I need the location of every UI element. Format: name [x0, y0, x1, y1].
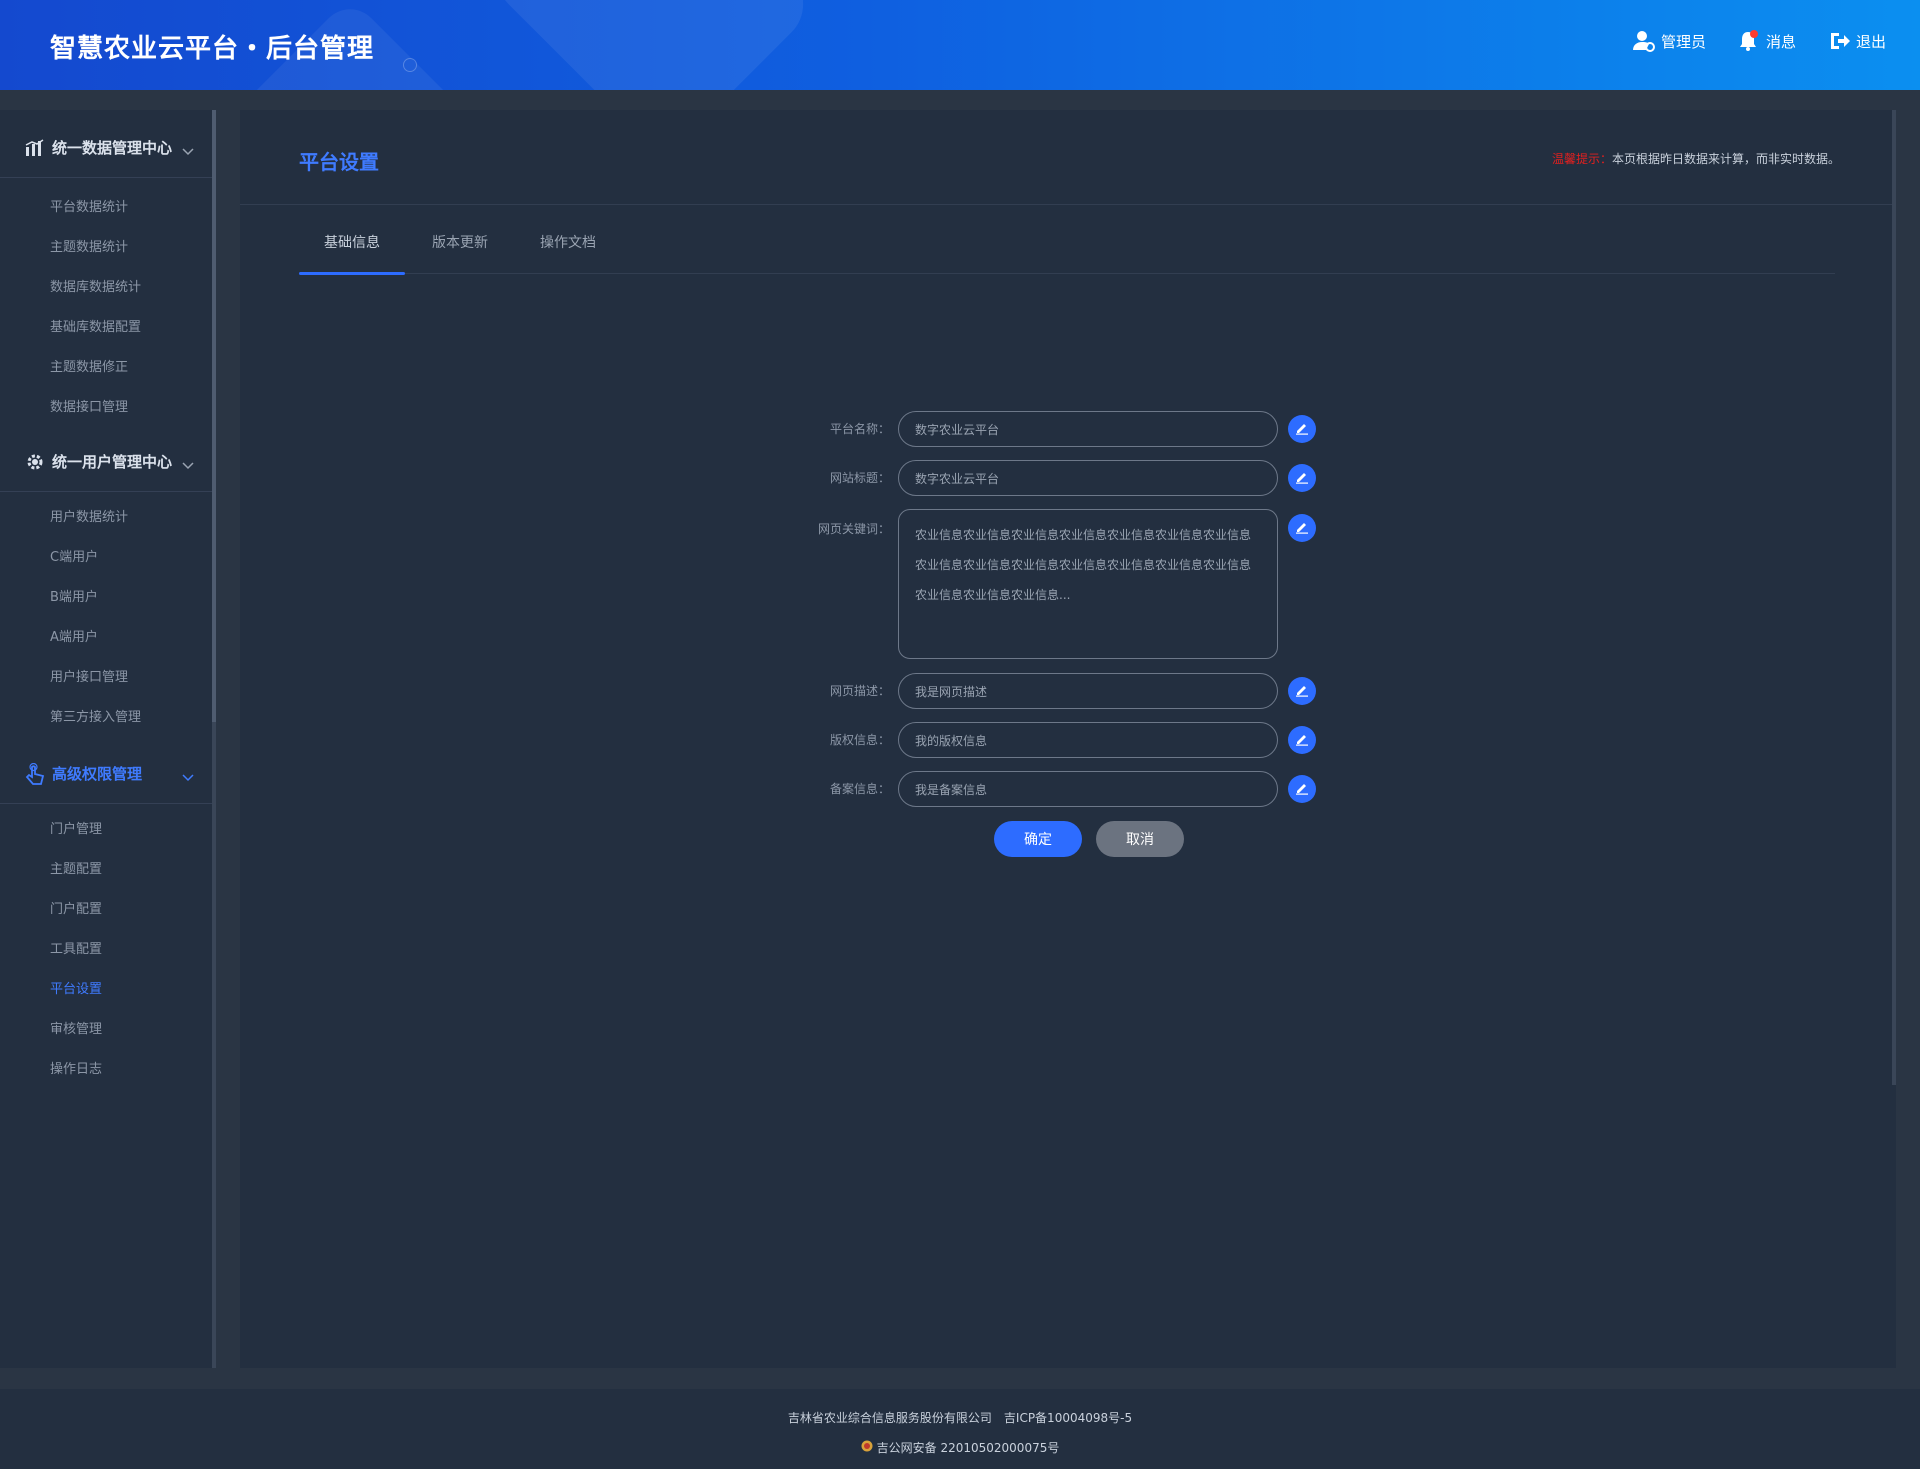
pencil-icon — [1295, 682, 1309, 701]
description-label: 网页描述： — [829, 684, 890, 698]
header-actions: 管理员 消息 退出 — [1632, 30, 1886, 52]
copyright-label: 版权信息： — [829, 733, 890, 747]
sidebar-item-portal-manage[interactable]: 门户管理 — [50, 818, 102, 837]
platform-name-label: 平台名称： — [829, 422, 890, 436]
tab-basic-info[interactable]: 基础信息 — [324, 232, 380, 252]
sidebar-item-data-api[interactable]: 数据接口管理 — [50, 396, 128, 415]
sidebar: 统一数据管理中心 平台数据统计 主题数据统计 数据库数据统计 基础库数据配置 主… — [0, 110, 216, 1368]
record-input[interactable]: 我是备案信息 — [898, 771, 1278, 807]
main-panel: 平台设置 温馨提示：本页根据昨日数据来计算，而非实时数据。 基础信息 版本更新 … — [240, 110, 1896, 1368]
header-decoration — [480, 0, 820, 90]
sidebar-item-platform-stats[interactable]: 平台数据统计 — [50, 196, 128, 215]
messages-button[interactable]: 消息 — [1738, 30, 1796, 52]
record-label: 备案信息： — [829, 782, 890, 796]
messages-label: 消息 — [1765, 32, 1796, 51]
keywords-textarea[interactable]: 农业信息农业信息农业信息农业信息农业信息农业信息农业信息农业信息农业信息农业信息… — [898, 509, 1278, 659]
pencil-icon — [1295, 780, 1309, 799]
active-tab-indicator — [299, 272, 405, 275]
admin-button[interactable]: 管理员 — [1632, 30, 1706, 52]
footer-company: 吉林省农业综合信息服务股份有限公司 — [787, 1411, 992, 1425]
keywords-label: 网页关键词： — [817, 522, 890, 536]
app-title: 智慧农业云平台・后台管理 — [50, 34, 375, 64]
pencil-icon — [1295, 519, 1309, 538]
page-title: 平台设置 — [299, 150, 379, 174]
sidebar-item-db-stats[interactable]: 数据库数据统计 — [50, 276, 141, 295]
sidebar-section-data-center[interactable]: 统一数据管理中心 — [0, 118, 212, 178]
sidebar-item-a-users[interactable]: A端用户 — [50, 626, 98, 645]
platform-name-input[interactable]: 数字农业云平台 — [898, 411, 1278, 447]
notice-tip-text: 本页根据昨日数据来计算，而非实时数据。 — [1611, 152, 1840, 166]
footer-police-record[interactable]: 吉公网安备 22010502000075号 — [877, 1439, 1060, 1456]
gear-icon — [24, 451, 46, 473]
sidebar-scrollbar[interactable] — [212, 110, 216, 1368]
sidebar-item-topic-stats[interactable]: 主题数据统计 — [50, 236, 128, 255]
chevron-down-icon — [182, 141, 194, 160]
admin-label: 管理员 — [1660, 32, 1706, 51]
chevron-down-icon — [182, 455, 194, 474]
sidebar-scroll-thumb[interactable] — [212, 110, 216, 722]
notice-tip-key: 温馨提示： — [1551, 152, 1612, 166]
pencil-icon — [1295, 469, 1309, 488]
sidebar-item-c-users[interactable]: C端用户 — [50, 546, 98, 565]
notice-tip: 温馨提示：本页根据昨日数据来计算，而非实时数据。 — [1552, 150, 1840, 167]
tab-documentation[interactable]: 操作文档 — [540, 232, 596, 252]
police-badge-icon — [861, 1440, 873, 1455]
sidebar-item-base-config[interactable]: 基础库数据配置 — [50, 316, 141, 335]
sidebar-item-third-party[interactable]: 第三方接入管理 — [50, 706, 141, 725]
edit-description-button[interactable] — [1288, 677, 1316, 705]
divider — [240, 204, 1892, 205]
bell-icon — [1738, 30, 1760, 52]
sidebar-item-topic-config[interactable]: 主题配置 — [50, 858, 102, 877]
site-title-input[interactable]: 数字农业云平台 — [898, 460, 1278, 496]
sidebar-item-user-api[interactable]: 用户接口管理 — [50, 666, 128, 685]
sidebar-section-label: 统一数据管理中心 — [52, 139, 173, 157]
edit-keywords-button[interactable] — [1288, 514, 1316, 542]
sidebar-section-user-center[interactable]: 统一用户管理中心 — [0, 432, 212, 492]
description-input[interactable]: 我是网页描述 — [898, 673, 1278, 709]
footer-icp[interactable]: 吉ICP备10004098号-5 — [1004, 1411, 1132, 1425]
copyright-input[interactable]: 我的版权信息 — [898, 722, 1278, 758]
chevron-down-icon — [182, 767, 194, 786]
sidebar-section-advanced-permissions[interactable]: 高级权限管理 — [0, 744, 212, 804]
tab-bar: 基础信息 版本更新 操作文档 — [299, 222, 1835, 275]
logout-label: 退出 — [1855, 32, 1886, 51]
user-gear-icon — [1632, 30, 1655, 52]
sidebar-item-platform-settings[interactable]: 平台设置 — [50, 978, 102, 997]
sidebar-item-portal-config[interactable]: 门户配置 — [50, 898, 102, 917]
footer-line-2: 吉公网安备 22010502000075号 — [0, 1439, 1920, 1456]
footer-line-1: 吉林省农业综合信息服务股份有限公司 吉ICP备10004098号-5 — [0, 1409, 1920, 1426]
pencil-icon — [1295, 420, 1309, 439]
cancel-button[interactable]: 取消 — [1096, 821, 1184, 857]
edit-copyright-button[interactable] — [1288, 726, 1316, 754]
sidebar-item-user-stats[interactable]: 用户数据统计 — [50, 506, 128, 525]
top-header: 智慧农业云平台・后台管理 管理员 消息 退出 — [0, 0, 1920, 90]
sidebar-item-topic-fix[interactable]: 主题数据修正 — [50, 356, 128, 375]
logout-icon — [1828, 30, 1850, 52]
touch-icon — [24, 762, 46, 785]
main-scrollbar[interactable] — [1892, 110, 1896, 1085]
sidebar-item-audit[interactable]: 审核管理 — [50, 1018, 102, 1037]
edit-site-title-button[interactable] — [1288, 464, 1316, 492]
sidebar-section-label: 高级权限管理 — [52, 765, 143, 783]
sidebar-item-operation-log[interactable]: 操作日志 — [50, 1058, 102, 1077]
footer: 吉林省农业综合信息服务股份有限公司 吉ICP备10004098号-5 吉公网安备 … — [0, 1389, 1920, 1469]
confirm-button[interactable]: 确定 — [994, 821, 1082, 857]
sidebar-section-label: 统一用户管理中心 — [52, 453, 173, 471]
sidebar-item-b-users[interactable]: B端用户 — [50, 586, 98, 605]
logout-button[interactable]: 退出 — [1828, 30, 1886, 52]
tab-version-update[interactable]: 版本更新 — [432, 232, 488, 252]
edit-platform-name-button[interactable] — [1288, 415, 1316, 443]
sidebar-item-tool-config[interactable]: 工具配置 — [50, 938, 102, 957]
header-decoration — [403, 58, 417, 72]
pencil-icon — [1295, 731, 1309, 750]
site-title-label: 网站标题： — [829, 471, 890, 485]
chart-icon — [24, 137, 46, 159]
edit-record-button[interactable] — [1288, 775, 1316, 803]
